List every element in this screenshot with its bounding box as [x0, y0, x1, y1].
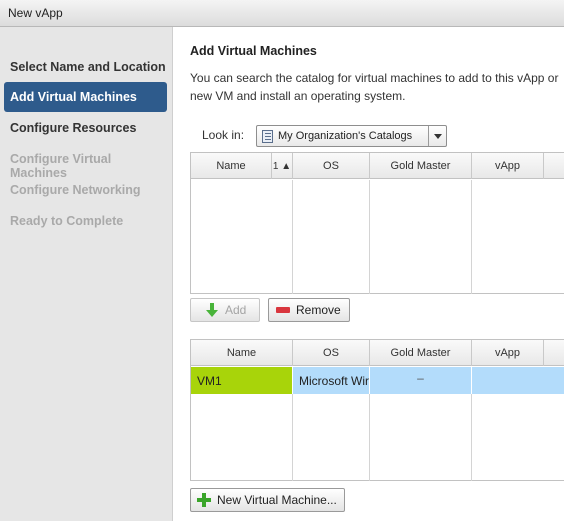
step-configure-resources[interactable]: Configure Resources: [4, 113, 167, 143]
new-virtual-machine-button[interactable]: New Virtual Machine...: [190, 488, 345, 512]
column-divider: [369, 394, 370, 481]
arrow-down-icon: [206, 303, 218, 317]
column-divider: [471, 180, 472, 294]
wizard-steps-sidebar: Select Name and Location Add Virtual Mac…: [0, 27, 173, 521]
column-divider: [292, 394, 293, 481]
table-row[interactable]: VM1 Microsoft Wir –: [191, 367, 564, 394]
column-header-gold-master[interactable]: Gold Master: [370, 153, 472, 179]
step-configure-virtual-machines: Configure Virtual Machines: [10, 152, 112, 180]
column-header-os[interactable]: OS: [293, 153, 370, 179]
column-header-gold-master[interactable]: Gold Master: [370, 340, 472, 366]
catalog-grid-header: Name 1 ▲ OS Gold Master vApp: [191, 153, 564, 179]
description-line-1: You can search the catalog for virtual m…: [190, 71, 559, 85]
look-in-dropdown[interactable]: My Organization's Catalogs: [256, 125, 447, 147]
step-select-name-location[interactable]: Select Name and Location: [4, 52, 167, 82]
sort-indicator[interactable]: 1 ▲: [272, 153, 293, 179]
column-divider: [471, 394, 472, 481]
page-description: You can search the catalog for virtual m…: [190, 69, 564, 105]
description-line-2: new VM and install an operating system.: [190, 89, 406, 103]
selected-vms-grid: Name OS Gold Master vApp VM1 Microsoft W…: [190, 339, 564, 481]
plus-icon: [197, 493, 211, 507]
column-header-vapp[interactable]: vApp: [472, 340, 544, 366]
look-in-label: Look in:: [202, 128, 245, 142]
remove-button-label: Remove: [296, 303, 341, 317]
add-button-label: Add: [225, 303, 247, 317]
selected-grid-header: Name OS Gold Master vApp: [191, 340, 564, 366]
column-divider: [369, 180, 370, 294]
column-header-name[interactable]: Name: [191, 153, 272, 179]
sort-order-label: 1 ▲: [272, 161, 292, 172]
window-title-bar: New vApp: [0, 0, 564, 27]
window-title: New vApp: [8, 6, 63, 20]
column-header-name[interactable]: Name: [191, 340, 293, 366]
main-panel: Add Virtual Machines You can search the …: [174, 27, 564, 521]
catalog-grid: Name 1 ▲ OS Gold Master vApp: [190, 152, 564, 294]
step-add-virtual-machines[interactable]: Add Virtual Machines: [4, 82, 167, 112]
column-header-vapp[interactable]: vApp: [472, 153, 544, 179]
vm-gold-master-cell[interactable]: –: [370, 367, 471, 394]
vm-name-cell[interactable]: VM1: [191, 367, 292, 394]
remove-button[interactable]: Remove: [268, 298, 350, 322]
vm-vapp-cell[interactable]: [472, 367, 564, 394]
column-divider: [292, 180, 293, 294]
minus-icon: [276, 307, 290, 313]
column-header-os[interactable]: OS: [293, 340, 370, 366]
new-virtual-machine-label: New Virtual Machine...: [217, 493, 337, 507]
look-in-selected-value: My Organization's Catalogs: [278, 130, 413, 142]
add-button[interactable]: Add: [190, 298, 260, 322]
page-heading: Add Virtual Machines: [190, 44, 317, 58]
step-ready-to-complete: Ready to Complete: [10, 214, 124, 228]
vm-os-cell[interactable]: Microsoft Wir: [293, 367, 369, 394]
catalog-icon: [262, 130, 273, 143]
step-configure-networking: Configure Networking: [10, 183, 141, 197]
chevron-down-icon[interactable]: [428, 126, 446, 146]
